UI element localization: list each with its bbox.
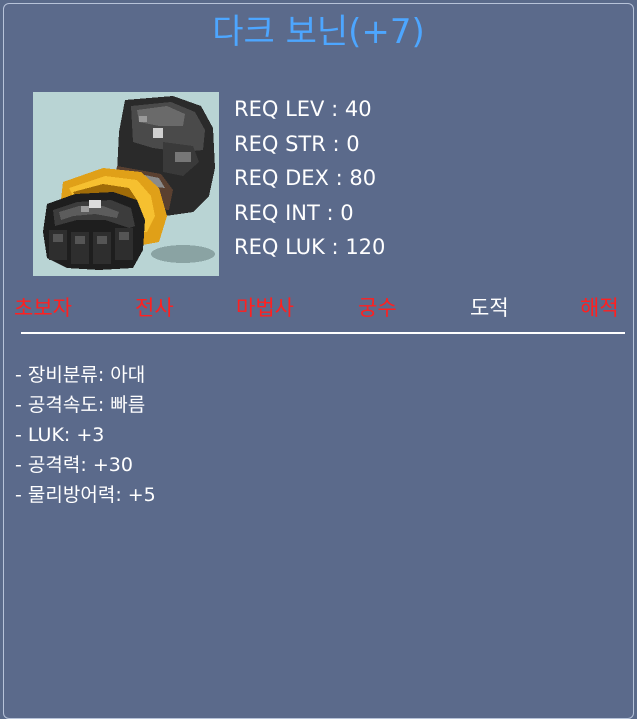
- stats-list: - 장비분류: 아대 - 공격속도: 빠름 - LUK: +3 - 공격력: +…: [15, 360, 156, 510]
- req-level: REQ LEV : 40: [234, 97, 372, 121]
- req-str: REQ STR : 0: [234, 131, 360, 156]
- req-dex: REQ DEX : 80: [234, 166, 377, 190]
- req-int: REQ INT : 0: [234, 200, 354, 225]
- stat-attack: - 공격력: +30: [15, 454, 133, 476]
- item-tooltip: 다크 보닌(+7) REQ LEV: 40 REQ STR: 0 REQ D…: [3, 3, 634, 719]
- req-luk: REQ LUK : 120: [234, 235, 386, 259]
- job-magician: 마법사: [236, 296, 294, 320]
- divider: [21, 332, 625, 334]
- stat-luk: - LUK: +3: [15, 424, 105, 446]
- job-thief: 도적: [470, 296, 509, 320]
- item-name: 다크 보닌(+7): [212, 12, 425, 52]
- job-bowman: 궁수: [358, 296, 397, 320]
- stat-defense: - 물리방어력: +5: [15, 484, 156, 506]
- job-pirate: 해적: [580, 296, 619, 320]
- job-list: 초보자 전사 마법사 궁수 도적 해적: [4, 292, 633, 324]
- stat-attack-speed: - 공격속도: 빠름: [15, 394, 146, 416]
- stat-category: - 장비분류: 아대: [15, 364, 146, 386]
- claw-glove-icon: [33, 92, 219, 276]
- job-warrior: 전사: [135, 296, 174, 320]
- requirements-list: REQ LEV : 40 REQ STR : 0 REQ DEX : 80 RE…: [234, 92, 385, 265]
- job-beginner: 초보자: [14, 296, 72, 320]
